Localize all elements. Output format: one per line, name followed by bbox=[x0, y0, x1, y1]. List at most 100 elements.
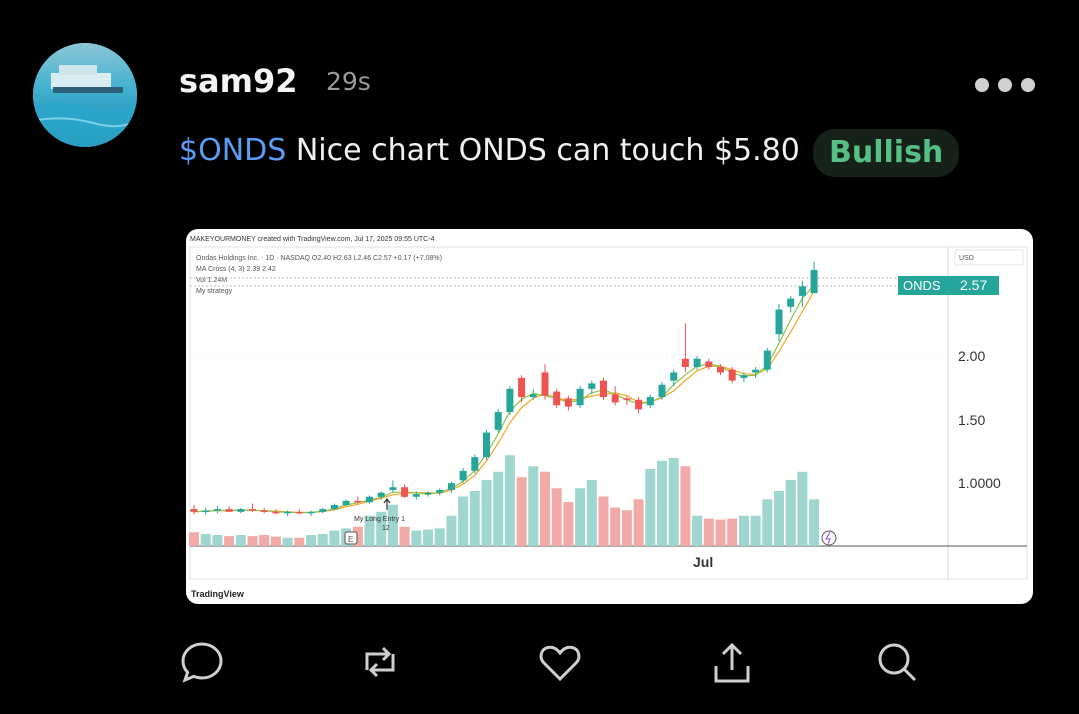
volume-bar bbox=[762, 499, 773, 546]
volume-bar bbox=[270, 536, 281, 546]
volume-bar bbox=[411, 530, 422, 546]
chart-ma-line: MA Cross (4, 3) 2.39 2.42 bbox=[196, 266, 276, 273]
candle bbox=[483, 429, 490, 460]
ticker-link[interactable]: $ONDS bbox=[179, 133, 286, 168]
volume-bar bbox=[493, 471, 504, 546]
volume-bar bbox=[399, 526, 410, 546]
chart-strategy-line: My strategy bbox=[196, 288, 233, 295]
chart-annotation: My Long Entry 1 bbox=[354, 516, 405, 523]
volume-bar bbox=[703, 518, 714, 546]
price-tick-label: 2.00 bbox=[958, 348, 985, 364]
username[interactable]: sam92 bbox=[179, 62, 298, 100]
volume-bar bbox=[481, 480, 492, 546]
candle bbox=[646, 394, 654, 408]
volume-bar bbox=[306, 535, 316, 546]
candle bbox=[471, 454, 479, 474]
ma-fast-line bbox=[193, 290, 815, 514]
candle bbox=[319, 507, 327, 514]
price-label-symbol: ONDS bbox=[903, 278, 941, 293]
volume-bar bbox=[715, 519, 726, 546]
reply-icon[interactable] bbox=[180, 640, 224, 684]
candle bbox=[670, 369, 678, 387]
candle bbox=[553, 388, 561, 408]
candle bbox=[436, 488, 444, 496]
candle bbox=[775, 304, 783, 341]
volume-bar bbox=[598, 496, 609, 546]
share-icon[interactable] bbox=[710, 640, 754, 684]
volume-bar bbox=[774, 491, 784, 546]
volume-bar bbox=[317, 533, 328, 546]
volume-bar bbox=[259, 535, 270, 546]
candle bbox=[611, 386, 619, 406]
chart-symbol-line: Ondas Holdings Inc. · 1D · NASDAQ O2.40 … bbox=[196, 255, 442, 262]
volume-bar bbox=[797, 471, 808, 546]
volume-bar bbox=[528, 466, 539, 546]
like-icon[interactable] bbox=[538, 640, 582, 684]
candle bbox=[564, 395, 572, 411]
volume-bar bbox=[469, 491, 480, 546]
candle bbox=[401, 484, 409, 499]
volume-bar bbox=[224, 536, 235, 546]
chart-annotation-sub: 12 bbox=[382, 525, 390, 532]
svg-text:E: E bbox=[348, 535, 353, 544]
candle bbox=[459, 468, 467, 484]
volume-bar bbox=[809, 499, 820, 546]
volume-bar bbox=[329, 530, 340, 546]
volume-bar bbox=[504, 455, 515, 546]
time-tick-label: Jul bbox=[693, 554, 713, 570]
candle bbox=[541, 364, 549, 400]
price-tick-label: 1.0000 bbox=[958, 475, 1001, 491]
chart-header: MAKEYOURMONEY created with TradingView.c… bbox=[190, 236, 435, 243]
avatar[interactable] bbox=[33, 43, 137, 147]
price-tick-label: 1.50 bbox=[958, 412, 985, 428]
volume-bar bbox=[540, 471, 550, 546]
candle bbox=[307, 510, 315, 516]
candle bbox=[658, 382, 666, 400]
candle bbox=[202, 507, 210, 515]
candle bbox=[763, 347, 771, 373]
candle bbox=[705, 358, 713, 370]
volume-bar bbox=[294, 537, 305, 546]
volume-bar bbox=[586, 480, 597, 546]
post-body: $ONDS Nice chart ONDS can touch $5.80 bbox=[179, 133, 800, 168]
volume-bar bbox=[200, 533, 211, 546]
candle bbox=[213, 506, 221, 514]
volume-bar bbox=[750, 515, 761, 546]
candle bbox=[237, 507, 245, 514]
more-options-icon[interactable] bbox=[975, 78, 1035, 92]
candle bbox=[190, 505, 198, 515]
candle bbox=[389, 480, 397, 493]
chart-image[interactable]: MAKEYOURMONEY created with TradingView.c… bbox=[186, 229, 1033, 604]
volume-bar bbox=[657, 460, 667, 546]
chart-svg: MAKEYOURMONEY created with TradingView.c… bbox=[189, 236, 1028, 599]
volume-bar bbox=[668, 458, 679, 546]
volume-bar bbox=[680, 466, 691, 546]
volume-bar bbox=[516, 477, 527, 546]
candle bbox=[260, 507, 268, 514]
chart-footer: TradingView bbox=[191, 589, 245, 599]
post-time: 29s bbox=[326, 67, 371, 96]
search-icon[interactable] bbox=[875, 640, 919, 684]
volume-bar bbox=[785, 480, 796, 546]
candle bbox=[787, 295, 795, 313]
volume-bar bbox=[633, 499, 644, 546]
volume-bar bbox=[189, 532, 199, 546]
volume-bar bbox=[446, 515, 457, 546]
candle bbox=[225, 506, 233, 512]
chart-currency: USD bbox=[959, 255, 974, 262]
volume-bar bbox=[434, 528, 445, 546]
candle bbox=[600, 377, 607, 400]
volume-bar bbox=[563, 502, 574, 546]
sentiment-badge: Bullish bbox=[813, 129, 960, 177]
ma-slow-line bbox=[193, 284, 815, 514]
volume-bar bbox=[645, 469, 656, 546]
price-label-value: 2.57 bbox=[960, 277, 987, 293]
volume-bar bbox=[423, 529, 433, 546]
volume-bar bbox=[282, 537, 293, 546]
repost-icon[interactable] bbox=[358, 640, 402, 684]
candle bbox=[681, 323, 689, 373]
volume-bar bbox=[247, 536, 258, 546]
candle bbox=[494, 409, 502, 433]
volume-bar bbox=[575, 488, 586, 546]
post-text: Nice chart ONDS can touch $5.80 bbox=[286, 133, 800, 168]
